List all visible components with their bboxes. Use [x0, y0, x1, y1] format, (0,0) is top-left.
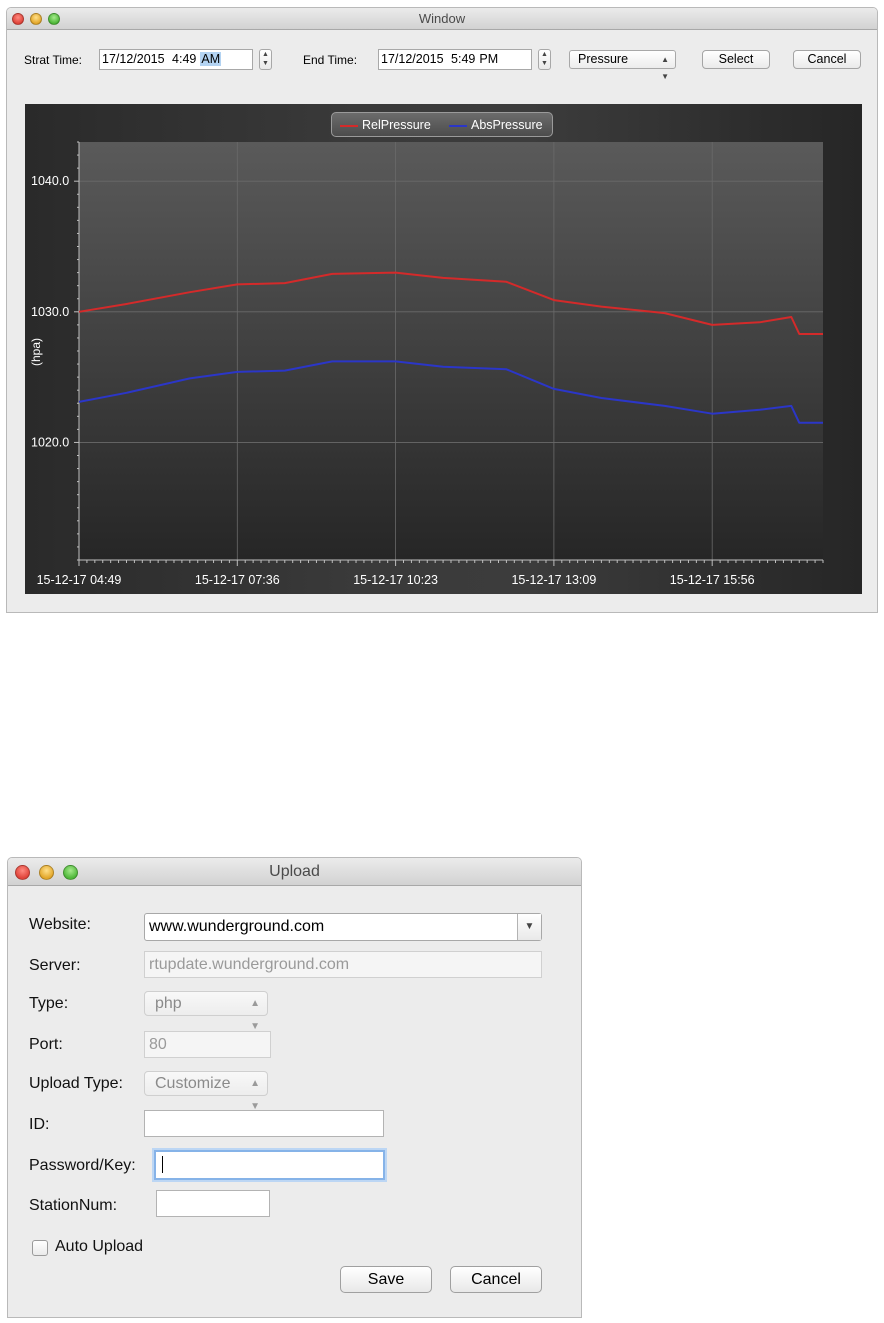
legend-label-abspressure: AbsPressure [471, 118, 543, 132]
text-caret [162, 1156, 163, 1174]
x-tick-label: 15-12-17 15:56 [670, 573, 755, 587]
auto-upload-checkbox[interactable] [32, 1240, 48, 1256]
sensor-popup[interactable]: Pressure ▲ ▼ [569, 50, 676, 81]
cancel-button[interactable]: Cancel [450, 1266, 542, 1293]
server-label: Server: [29, 957, 81, 974]
website-value: www.wunderground.com [149, 918, 325, 935]
stepper-up-icon[interactable]: ▲ [539, 50, 550, 59]
server-field: rtupdate.wunderground.com [144, 951, 542, 978]
legend-swatch-relpressure [340, 124, 358, 127]
plot-area [79, 142, 823, 560]
chevron-down-icon[interactable]: ▼ [517, 914, 541, 940]
end-time-field[interactable]: 17/12/2015 5:49 PM [378, 49, 532, 70]
x-tick-label: 15-12-17 13:09 [511, 573, 596, 587]
y-tick-label: 1020.0 [31, 435, 69, 449]
stepper-up-icon[interactable]: ▲ [260, 50, 271, 59]
website-combo[interactable]: www.wunderground.com ▼ [144, 913, 542, 941]
title-bar[interactable]: Window [7, 8, 877, 30]
upload-type-label: Upload Type: [29, 1075, 123, 1092]
start-date-segment[interactable]: 17/12/2015 [102, 52, 165, 66]
select-button[interactable]: Select [702, 50, 770, 69]
end-time-label: End Time: [303, 53, 358, 67]
chart-legend: RelPressure AbsPressure [331, 112, 553, 137]
y-axis-label: (hpa) [29, 338, 43, 366]
type-popup: php ▲ ▼ [144, 991, 268, 1032]
window-title: Window [418, 11, 466, 26]
start-time-field[interactable]: 17/12/2015 4:49 AM [99, 49, 253, 70]
port-label: Port: [29, 1036, 63, 1053]
time-range-toolbar: Strat Time: 17/12/2015 4:49 AM ▲ ▼ End Ti… [7, 48, 877, 81]
popup-arrows-icon: ▲ ▼ [661, 55, 669, 81]
y-tick-label: 1030.0 [31, 305, 69, 319]
save-button[interactable]: Save [340, 1266, 432, 1293]
legend-item-abspressure: AbsPressure [449, 118, 543, 132]
auto-upload-label[interactable]: Auto Upload [55, 1238, 143, 1256]
chart-window: Window Strat Time: 17/12/2015 4:49 AM ▲ ▼… [6, 7, 878, 613]
stepper-down-icon[interactable]: ▼ [539, 59, 550, 68]
station-num-field[interactable] [156, 1190, 270, 1217]
end-time-stepper[interactable]: ▲ ▼ [538, 49, 551, 70]
cancel-button[interactable]: Cancel [793, 50, 861, 69]
id-label: ID: [29, 1116, 50, 1133]
type-label: Type: [29, 995, 69, 1012]
start-time-label: Strat Time: [24, 53, 83, 67]
port-field: 80 [144, 1031, 271, 1058]
start-time-stepper[interactable]: ▲ ▼ [259, 49, 272, 70]
x-tick-label: 15-12-17 07:36 [195, 573, 280, 587]
sensor-popup-value: Pressure [578, 52, 629, 66]
window-title: Upload [269, 863, 320, 880]
x-tick-label: 15-12-17 10:23 [353, 573, 438, 587]
title-bar[interactable]: Upload [8, 858, 581, 886]
website-label: Website: [29, 916, 91, 933]
upload-type-value: Customize [155, 1075, 231, 1092]
password-field[interactable] [154, 1150, 385, 1180]
pressure-chart-svg: 1040.0 1030.0 1020.0 15-12-17 04:49 15-12-17… [29, 141, 824, 587]
password-label: Password/Key: [29, 1157, 136, 1174]
stepper-down-icon[interactable]: ▼ [260, 59, 271, 68]
start-time-segment[interactable]: 4:49 [172, 52, 196, 66]
id-field[interactable] [144, 1110, 384, 1137]
type-value: php [155, 995, 182, 1012]
pressure-chart: 1040.0 1030.0 1020.0 15-12-17 04:49 15-12-17… [25, 104, 862, 594]
end-time-segment[interactable]: 5:49 [451, 52, 475, 66]
legend-swatch-abspressure [449, 124, 467, 127]
station-num-label: StationNum: [29, 1197, 118, 1214]
start-ampm-segment[interactable]: AM [200, 52, 222, 66]
upload-window: Upload Website: www.wunderground.com ▼ S… [7, 857, 582, 1318]
end-date-segment[interactable]: 17/12/2015 [381, 52, 444, 66]
upload-type-popup: Customize ▲ ▼ [144, 1071, 268, 1112]
x-tick-label: 15-12-17 04:49 [37, 573, 122, 587]
legend-item-relpressure: RelPressure [340, 118, 431, 132]
end-ampm-segment[interactable]: PM [479, 52, 498, 66]
legend-label-relpressure: RelPressure [362, 118, 431, 132]
y-tick-label: 1040.0 [31, 174, 69, 188]
